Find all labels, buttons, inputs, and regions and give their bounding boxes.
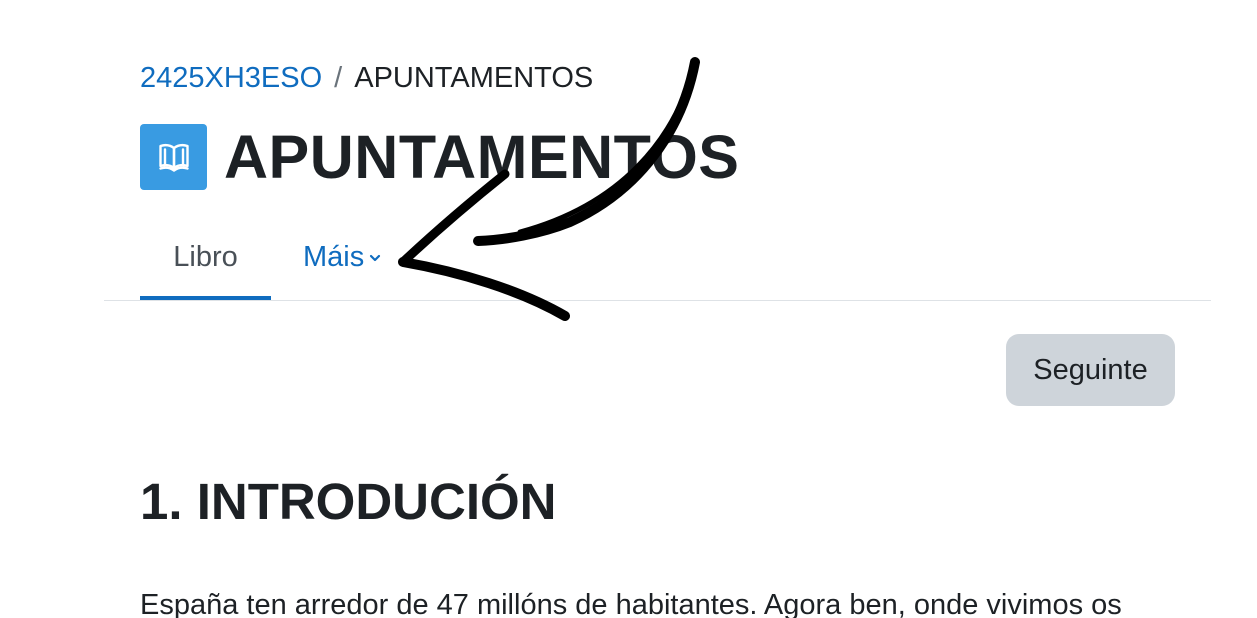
next-button[interactable]: Seguinte bbox=[1006, 334, 1175, 406]
section-heading: 1. INTRODUCIÓN bbox=[140, 473, 557, 530]
breadcrumb: 2425XH3ESO / APUNTAMENTOS bbox=[140, 60, 593, 96]
tab-more-label: Máis bbox=[303, 241, 365, 273]
body-paragraph: España ten arredor de 47 millóns de habi… bbox=[140, 589, 1122, 618]
tab-libro[interactable]: Libro bbox=[140, 216, 271, 300]
book-icon bbox=[140, 124, 207, 190]
breadcrumb-separator: / bbox=[334, 62, 343, 94]
chevron-down-icon bbox=[369, 253, 381, 263]
page-title: APUNTAMENTOS bbox=[224, 123, 740, 191]
breadcrumb-course-link[interactable]: 2425XH3ESO bbox=[140, 62, 322, 94]
secondary-navigation: Libro Máis bbox=[104, 216, 1211, 301]
tab-more-dropdown[interactable]: Máis bbox=[303, 216, 381, 299]
breadcrumb-current: APUNTAMENTOS bbox=[354, 62, 594, 94]
page-header: APUNTAMENTOS bbox=[140, 124, 739, 190]
tab-libro-label: Libro bbox=[173, 241, 238, 273]
page: 2425XH3ESO / APUNTAMENTOS APUNTAMENTOS Lib… bbox=[0, 0, 1257, 618]
